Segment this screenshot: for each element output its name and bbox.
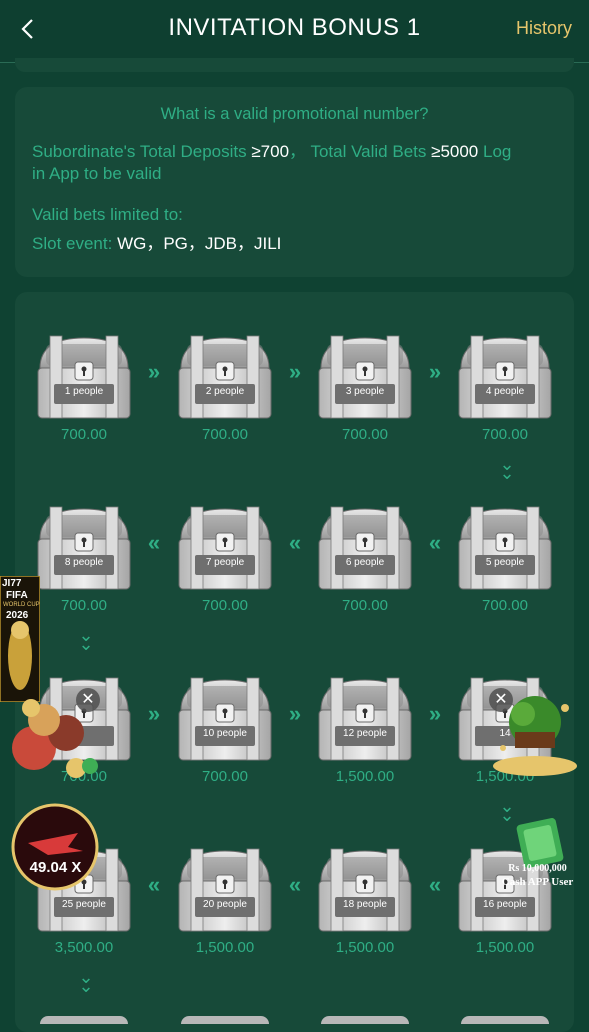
double-chevron-left-icon: «: [428, 872, 442, 897]
reward-chest[interactable]: 1 people: [34, 332, 134, 420]
close-icon[interactable]: ✕: [489, 688, 513, 712]
req-deposit: ≥700: [251, 142, 290, 161]
reward-chest[interactable]: 6 people: [315, 503, 415, 591]
reward-chest[interactable]: 7 people: [175, 503, 275, 591]
chest-people-label: 8 people: [64, 557, 104, 568]
reward-amount: 700.00: [202, 597, 248, 614]
double-chevron-left-icon: «: [428, 530, 442, 555]
close-icon[interactable]: ✕: [76, 688, 100, 712]
chest-people-label: 4 people: [485, 386, 525, 397]
slot-label: Slot event:: [32, 234, 118, 253]
fifa-sub: WORLD CUP: [3, 602, 40, 608]
requirement-text: Subordinate's Total Deposits ≥700， Total…: [32, 141, 556, 185]
req-part3: Log: [478, 142, 512, 161]
double-chevron-left-icon: «: [147, 530, 161, 555]
info-card: What is a valid promotional number? Subo…: [15, 87, 574, 277]
reward-amount: 700.00: [61, 597, 107, 614]
chest-people-label: 1 people: [64, 386, 104, 397]
multiplier-text: 49.04 X: [29, 859, 82, 876]
double-chevron-right-icon: »: [147, 359, 161, 384]
reward-chest[interactable]: 8 people: [34, 503, 134, 591]
reward-chest-partial: [321, 1016, 409, 1024]
reward-chest[interactable]: 10 people: [175, 674, 275, 762]
reward-amount: 1,500.00: [475, 939, 535, 956]
reward-chest-partial: [40, 1016, 128, 1024]
double-chevron-right-icon: »: [288, 701, 302, 726]
reward-amount: 700.00: [202, 768, 248, 785]
cash-amount: Rs 10,000,000: [508, 863, 567, 874]
page-title: INVITATION BONUS 1: [168, 14, 421, 41]
chest-people-label: 5 people: [485, 557, 525, 568]
fifa-brand: JI77: [2, 578, 22, 589]
reward-chest[interactable]: 2 people: [175, 332, 275, 420]
slot-text: Slot event: WG，PG，JDB，JILI: [32, 233, 556, 255]
double-chevron-right-icon: »: [428, 701, 442, 726]
fifa-title: FIFA: [6, 590, 28, 601]
reward-amount: 1,500.00: [335, 768, 395, 785]
slot-characters-promo[interactable]: ✕: [6, 688, 106, 783]
reward-amount: 700.00: [342, 597, 388, 614]
reward-chest[interactable]: 20 people: [175, 845, 275, 933]
chest-people-label: 3 people: [345, 386, 385, 397]
chest-people-label: 25 people: [62, 899, 106, 910]
chest-people-label: 16 people: [483, 899, 527, 910]
chest-people-label: 20 people: [203, 899, 247, 910]
req-line2: in App to be valid: [32, 164, 162, 183]
history-link[interactable]: History: [516, 18, 572, 39]
slot-values: WG，PG，JDB，JILI: [117, 234, 282, 253]
reward-chest-partial: [181, 1016, 269, 1024]
chest-people-label: 10 people: [203, 728, 247, 739]
chest-people-label: 12 people: [343, 728, 387, 739]
double-chevron-down-icon: ⌄ ⌄: [499, 454, 515, 483]
double-chevron-left-icon: «: [147, 872, 161, 897]
reward-chest[interactable]: 5 people: [455, 503, 555, 591]
double-chevron-right-icon: »: [147, 701, 161, 726]
previous-card-edge: [15, 58, 574, 72]
double-chevron-right-icon: »: [288, 359, 302, 384]
cash-app-promo[interactable]: Rs 10,000,000 Cash APP User: [490, 815, 585, 895]
double-chevron-right-icon: »: [428, 359, 442, 384]
chest-people-label: 2 people: [205, 386, 245, 397]
reward-amount: 700.00: [342, 426, 388, 443]
reward-amount: 700.00: [482, 426, 528, 443]
double-chevron-down-icon: ⌄ ⌄: [78, 625, 94, 654]
req-bets: ≥5000: [431, 142, 479, 161]
chest-people-label: 7 people: [205, 557, 245, 568]
reward-amount: 1,500.00: [335, 939, 395, 956]
info-question: What is a valid promotional number?: [160, 105, 429, 123]
reward-chest-partial: [461, 1016, 549, 1024]
chest-people-label: 18 people: [343, 899, 387, 910]
double-chevron-left-icon: «: [288, 872, 302, 897]
req-part1: Subordinate's Total Deposits: [32, 142, 252, 161]
reward-amount: 700.00: [202, 426, 248, 443]
req-part2: ， Total Valid Bets: [289, 142, 432, 161]
top-bar: INVITATION BONUS 1 History: [0, 0, 589, 63]
limited-text: Valid bets limited to:: [32, 205, 183, 224]
reward-amount: 700.00: [61, 426, 107, 443]
fifa-promo-banner[interactable]: JI77 FIFA WORLD CUP 2026: [0, 575, 41, 703]
reward-chest[interactable]: 4 people: [455, 332, 555, 420]
aviator-promo[interactable]: 49.04 X: [8, 803, 103, 891]
cash-label: Cash APP User: [501, 876, 574, 888]
reward-chest[interactable]: 18 people: [315, 845, 415, 933]
reward-amount: 700.00: [482, 597, 528, 614]
chest-people-label: 6 people: [345, 557, 385, 568]
reward-amount: 3,500.00: [54, 939, 114, 956]
treasure-promo[interactable]: ✕: [485, 688, 580, 783]
double-chevron-down-icon: ⌄ ⌄: [78, 967, 94, 996]
reward-chest[interactable]: 3 people: [315, 332, 415, 420]
reward-chest[interactable]: 12 people: [315, 674, 415, 762]
fifa-year: 2026: [6, 610, 29, 621]
double-chevron-left-icon: «: [288, 530, 302, 555]
reward-amount: 1,500.00: [195, 939, 255, 956]
